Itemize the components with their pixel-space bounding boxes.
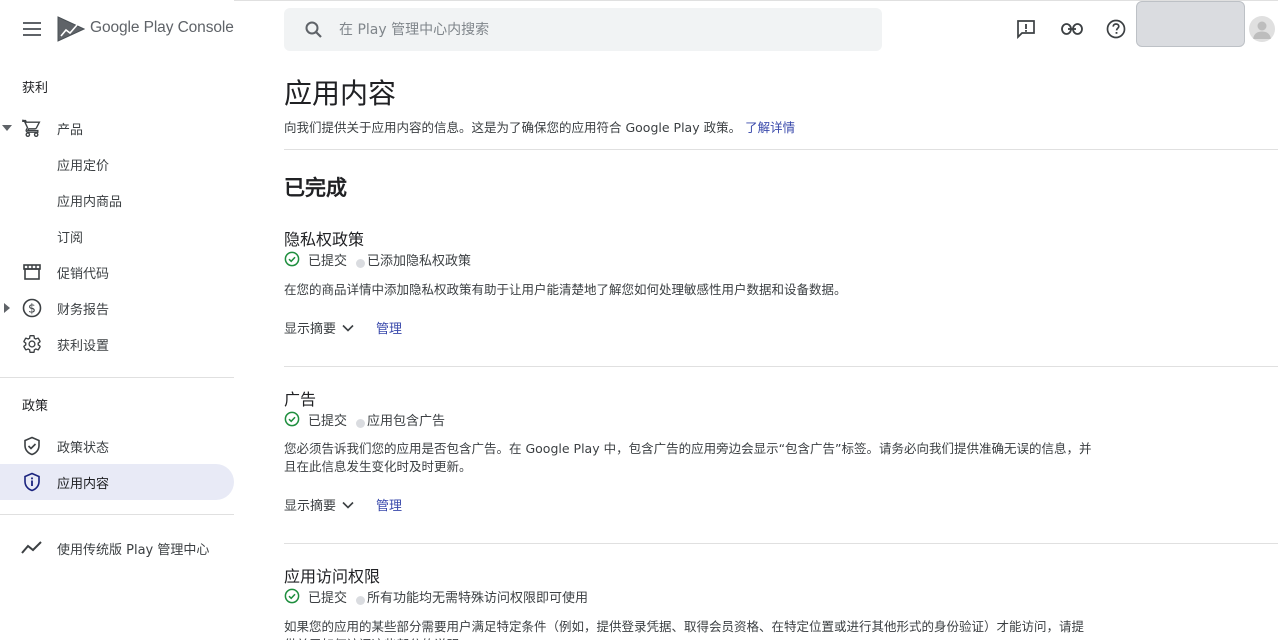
page-title: 应用内容 — [284, 77, 397, 110]
sidebar-item-label: 财务报告 — [57, 302, 110, 318]
divider — [284, 543, 1278, 544]
card-title-app-access: 应用访问权限 — [284, 567, 381, 586]
help-icon[interactable] — [1104, 17, 1128, 41]
status-row: 已提交 应用包含广告 — [284, 409, 445, 429]
sidebar-item-label: 使用传统版 Play 管理中心 — [57, 542, 210, 558]
menu-icon[interactable] — [20, 17, 44, 41]
avatar[interactable] — [1249, 16, 1275, 42]
search-input[interactable] — [339, 8, 859, 51]
status-detail: 已添加隐私权政策 — [367, 253, 472, 269]
check-circle-icon — [284, 411, 300, 427]
sidebar-item-label: 应用内容 — [57, 476, 110, 492]
show-summary-button[interactable]: 显示摘要 — [284, 495, 354, 514]
section-title-completed: 已完成 — [284, 176, 347, 200]
status-submitted: 已提交 — [308, 590, 348, 606]
card-actions: 显示摘要 管理 — [284, 318, 402, 337]
show-summary-label: 显示摘要 — [284, 322, 337, 337]
status-row: 已提交 所有功能均无需特殊访问权限即可使用 — [284, 586, 588, 606]
caret-down-icon[interactable] — [2, 123, 12, 133]
sidebar-item-label: 订阅 — [57, 230, 84, 246]
sidebar-divider — [0, 377, 234, 378]
sidebar-item-monetization-setup[interactable]: 获利设置 — [0, 326, 234, 362]
sidebar-item-policy-status[interactable]: 政策状态 — [0, 428, 234, 464]
status-submitted: 已提交 — [308, 253, 348, 269]
sidebar-item-label: 应用定价 — [57, 158, 110, 174]
sidebar-item-app-content[interactable]: 应用内容 — [0, 464, 234, 500]
search-icon[interactable] — [304, 20, 324, 40]
card-title-privacy-policy: 隐私权政策 — [284, 230, 365, 249]
check-circle-icon — [284, 251, 300, 267]
account-selector[interactable] — [1136, 1, 1245, 47]
chevron-down-icon — [342, 501, 354, 509]
section-label-monetize: 获利 — [22, 81, 49, 96]
card-description: 如果您的应用的某些部分需要用户满足特定条件（例如，提供登录凭据、取得会员资格、在… — [284, 619, 1085, 640]
trending-icon — [21, 537, 43, 559]
caret-right-icon[interactable] — [2, 303, 12, 313]
separator-dot — [356, 595, 366, 605]
sidebar-item-legacy-console[interactable]: 使用传统版 Play 管理中心 — [0, 530, 234, 566]
sidebar-item-label: 应用内商品 — [57, 194, 123, 210]
divider — [284, 366, 1278, 367]
sidebar-item-label: 产品 — [57, 122, 84, 138]
status-detail: 应用包含广告 — [367, 413, 446, 429]
sidebar-item-app-pricing[interactable]: 应用定价 — [0, 146, 234, 182]
sidebar: Google Play Console 获利 产品 应用定价 应用内商品 订阅 … — [0, 0, 234, 640]
sidebar-item-label: 获利设置 — [57, 338, 110, 354]
card-description: 您必须告诉我们您的应用是否包含广告。在 Google Play 中，包含广告的应… — [284, 441, 1092, 474]
store-icon — [21, 261, 43, 283]
sidebar-item-promo-codes[interactable]: 促销代码 — [0, 254, 234, 290]
sidebar-item-subscriptions[interactable]: 订阅 — [0, 218, 234, 254]
card-description: 在您的商品详情中添加隐私权政策有助于让用户能清楚地了解您如何处理敏感性用户数据和… — [284, 282, 847, 297]
shield-info-icon — [21, 471, 43, 493]
sidebar-item-in-app-products[interactable]: 应用内商品 — [0, 182, 234, 218]
brand-name[interactable]: Google Play Console — [90, 19, 234, 37]
learn-more-link[interactable]: 了解详情 — [745, 120, 795, 135]
show-summary-label: 显示摘要 — [284, 499, 337, 514]
page-description-text: 向我们提供关于应用内容的信息。这是为了确保您的应用符合 Google Play … — [284, 120, 742, 135]
divider — [284, 149, 1278, 150]
brand-console: Console — [177, 19, 234, 36]
gear-icon — [21, 333, 43, 355]
status-row: 已提交 已添加隐私权政策 — [284, 249, 471, 269]
link-icon[interactable] — [1060, 17, 1084, 41]
status-detail: 所有功能均无需特殊访问权限即可使用 — [367, 590, 589, 606]
manage-button[interactable]: 管理 — [376, 318, 402, 337]
sidebar-divider — [0, 514, 234, 515]
shield-check-icon — [21, 435, 43, 457]
sidebar-item-products[interactable]: 产品 — [0, 110, 234, 146]
card-title-ads: 广告 — [284, 390, 317, 409]
search-bar[interactable] — [284, 8, 882, 51]
section-label-policy: 政策 — [22, 399, 49, 414]
separator-dot — [356, 258, 366, 268]
show-summary-button[interactable]: 显示摘要 — [284, 318, 354, 337]
check-circle-icon — [284, 588, 300, 604]
status-submitted: 已提交 — [308, 413, 348, 429]
dollar-icon: $ — [21, 297, 43, 319]
page-description: 向我们提供关于应用内容的信息。这是为了确保您的应用符合 Google Play … — [284, 117, 795, 136]
topbar-border — [234, 0, 1278, 1]
feedback-icon[interactable] — [1014, 17, 1038, 41]
chevron-down-icon — [342, 324, 354, 332]
cart-icon — [21, 117, 43, 139]
card-actions: 显示摘要 管理 — [284, 495, 402, 514]
sidebar-item-financial-reports[interactable]: $ 财务报告 — [0, 290, 234, 326]
separator-dot — [356, 418, 366, 428]
manage-button[interactable]: 管理 — [376, 495, 402, 514]
svg-text:$: $ — [28, 302, 36, 316]
google-play-console-logo-icon[interactable] — [57, 16, 86, 42]
brand-google-play: Google Play — [90, 19, 174, 36]
sidebar-item-label: 促销代码 — [57, 266, 110, 282]
sidebar-item-label: 政策状态 — [57, 440, 110, 456]
